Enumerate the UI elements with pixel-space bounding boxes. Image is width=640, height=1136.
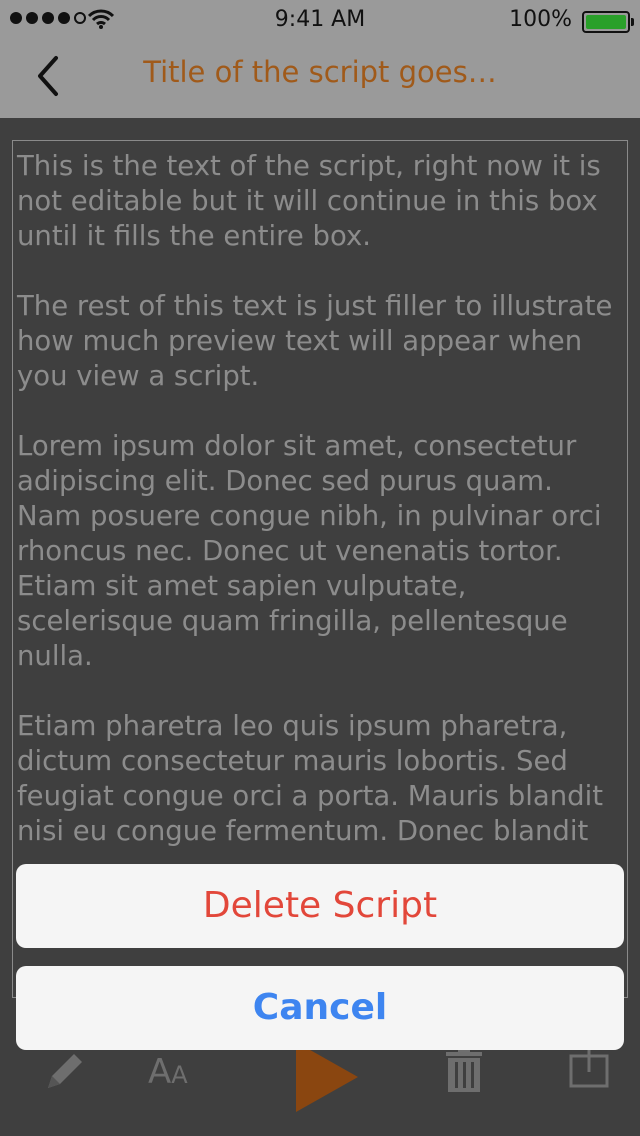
script-text: This is the text of the script, right no… xyxy=(13,141,627,849)
status-bar: 9:41 AM 100% xyxy=(0,0,640,40)
battery-icon xyxy=(582,11,634,33)
script-paragraph: The rest of this text is just filler to … xyxy=(17,290,613,392)
script-paragraph: This is the text of the script, right no… xyxy=(17,150,601,252)
play-icon[interactable] xyxy=(292,1040,362,1114)
trash-icon[interactable] xyxy=(444,1048,484,1092)
delete-script-button[interactable]: Delete Script xyxy=(16,864,624,948)
font-size-icon[interactable]: AA xyxy=(148,1052,188,1092)
share-icon[interactable] xyxy=(568,1044,610,1088)
font-size-label: A xyxy=(148,1052,172,1092)
script-paragraph: Etiam pharetra leo quis ipsum pharetra, … xyxy=(17,710,604,847)
font-size-label-small: A xyxy=(171,1061,188,1089)
navigation-bar: Title of the script goes… xyxy=(0,40,640,118)
script-paragraph: Lorem ipsum dolor sit amet, consectetur … xyxy=(17,430,602,672)
cancel-button[interactable]: Cancel xyxy=(16,966,624,1050)
page-title: Title of the script goes… xyxy=(143,55,497,89)
battery-percent: 100% xyxy=(509,7,572,32)
pencil-icon[interactable] xyxy=(40,1048,88,1096)
